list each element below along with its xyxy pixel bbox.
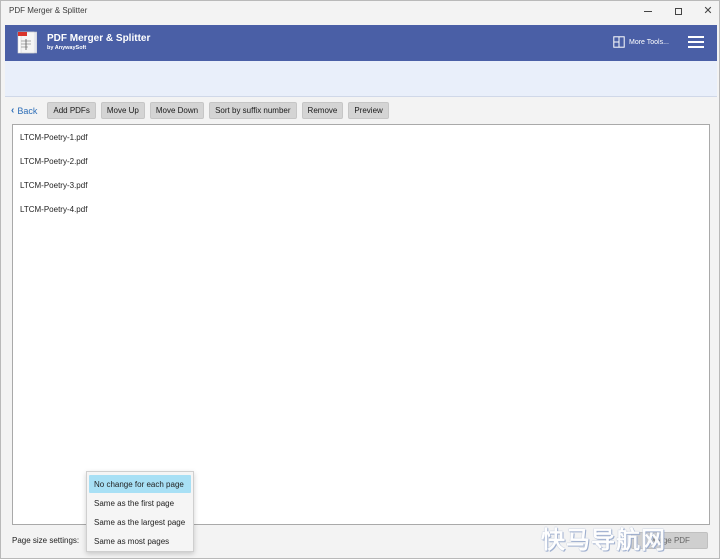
move-up-button[interactable]: Move Up bbox=[100, 102, 145, 119]
page-size-option[interactable]: Same as the largest page bbox=[89, 513, 191, 531]
list-item[interactable]: LTCM-Poetry-4.pdf bbox=[20, 205, 87, 214]
back-button[interactable]: ‹ Back bbox=[11, 102, 39, 119]
page-size-option[interactable]: No change for each page bbox=[89, 475, 191, 493]
page-size-dropdown: No change for each page Same as the firs… bbox=[86, 471, 194, 552]
info-band bbox=[5, 61, 717, 97]
toolbar: ‹ Back Add PDFs Move Up Move Down Sort b… bbox=[11, 102, 394, 119]
close-button[interactable]: ✕ bbox=[693, 3, 719, 19]
chevron-left-icon: ‹ bbox=[11, 105, 15, 116]
hamburger-menu-icon[interactable] bbox=[688, 36, 704, 48]
more-tools-label: More Tools... bbox=[629, 38, 669, 46]
app-window: PDF Merger & Splitter ✕ PDF Merger & Spl… bbox=[0, 0, 720, 559]
preview-button[interactable]: Preview bbox=[348, 102, 389, 119]
more-tools-button[interactable]: More Tools... bbox=[613, 35, 669, 49]
app-title: PDF Merger & Splitter bbox=[47, 33, 151, 44]
app-header: PDF Merger & Splitter by AnywaySoft More… bbox=[5, 25, 717, 61]
minimize-button[interactable] bbox=[633, 3, 663, 19]
page-size-option[interactable]: Same as most pages bbox=[89, 533, 191, 551]
close-icon: ✕ bbox=[703, 4, 713, 17]
window-title: PDF Merger & Splitter bbox=[9, 6, 88, 15]
maximize-icon bbox=[674, 7, 682, 15]
back-label: Back bbox=[17, 105, 38, 116]
move-down-button[interactable]: Move Down bbox=[149, 102, 205, 119]
maximize-button[interactable] bbox=[663, 3, 693, 19]
file-list[interactable]: LTCM-Poetry-1.pdf LTCM-Poetry-2.pdf LTCM… bbox=[12, 124, 710, 525]
list-item[interactable]: LTCM-Poetry-2.pdf bbox=[20, 157, 87, 166]
tools-grid-icon bbox=[613, 36, 625, 48]
remove-button[interactable]: Remove bbox=[301, 102, 344, 119]
list-item[interactable]: LTCM-Poetry-3.pdf bbox=[20, 181, 87, 190]
add-pdfs-button[interactable]: Add PDFs bbox=[47, 102, 96, 119]
watermark: 快马导航网 bbox=[541, 526, 666, 554]
list-item[interactable]: LTCM-Poetry-1.pdf bbox=[20, 133, 87, 142]
page-size-label: Page size settings: bbox=[12, 536, 80, 545]
minimize-icon bbox=[644, 10, 652, 12]
page-size-option[interactable]: Same as the first page bbox=[89, 494, 191, 512]
title-bar: PDF Merger & Splitter ✕ bbox=[1, 1, 719, 21]
app-subtitle: by AnywaySoft bbox=[47, 45, 87, 51]
app-logo-icon bbox=[17, 31, 37, 54]
sort-by-suffix-button[interactable]: Sort by suffix number bbox=[209, 102, 297, 119]
